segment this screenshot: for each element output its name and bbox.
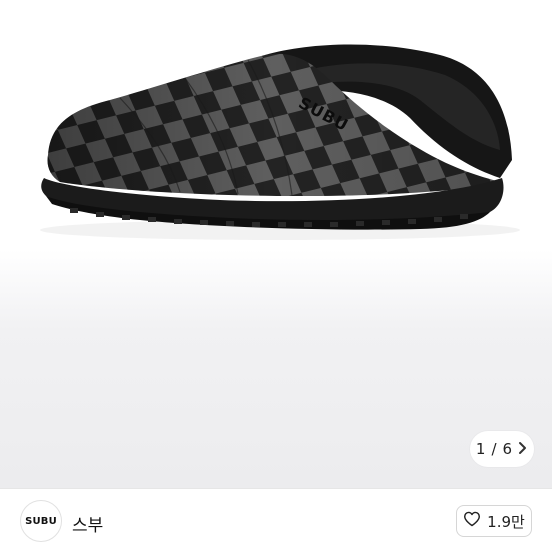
brand-logo[interactable]: SUBU (20, 500, 62, 542)
heart-outline-icon (463, 511, 481, 531)
product-image: SUBU (40, 44, 520, 240)
pager-current: 1 (475, 440, 486, 458)
brand-logo-text: SUBU (25, 515, 57, 527)
pager-separator: / (491, 440, 497, 458)
brand-name[interactable]: 스부 (72, 511, 103, 536)
like-count: 1.9만 (487, 512, 525, 531)
image-pager[interactable]: 1 / 6 (470, 431, 534, 467)
like-button[interactable]: 1.9만 (456, 505, 532, 537)
product-image-area[interactable]: SUBU 1 / 6 (0, 0, 552, 488)
chevron-right-icon[interactable] (518, 441, 528, 458)
pager-total: 6 (502, 440, 513, 458)
